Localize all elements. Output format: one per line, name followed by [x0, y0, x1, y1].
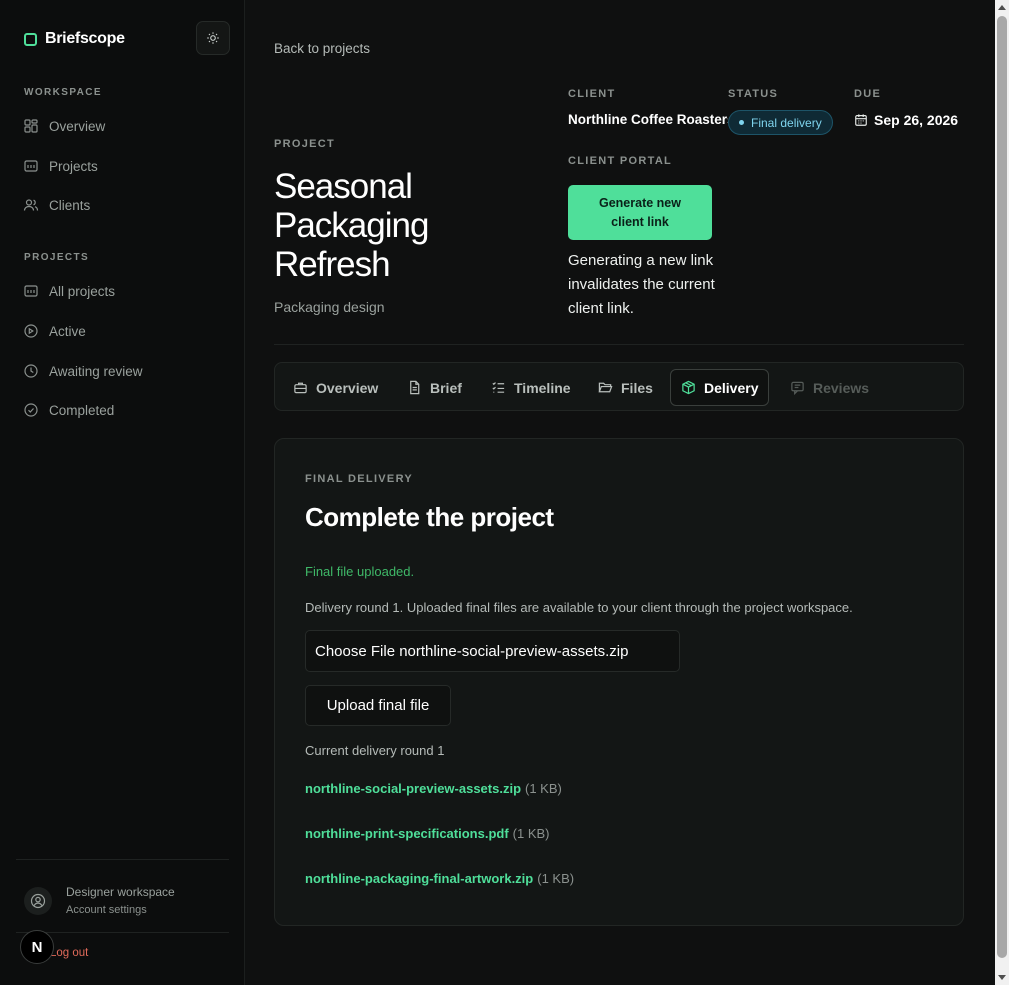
project-label: PROJECT: [274, 138, 336, 150]
due-value: Sep 26, 2026: [874, 112, 959, 128]
project-type: Packaging design: [274, 299, 385, 315]
document-icon: [410, 380, 420, 395]
status-badge: Final delivery: [728, 110, 833, 135]
status-label: STATUS: [728, 88, 779, 100]
package-icon: [682, 380, 695, 395]
message-icon: [791, 381, 804, 395]
sun-icon: [207, 32, 219, 44]
tab-delivery[interactable]: Delivery: [670, 369, 770, 406]
sidebar-item-label: Awaiting review: [49, 363, 143, 379]
status-value: Final delivery: [751, 115, 822, 130]
client-label: CLIENT: [568, 88, 616, 100]
tab-label: Timeline: [514, 379, 571, 396]
sidebar-item-active[interactable]: Active: [23, 320, 86, 342]
header-divider: [274, 344, 964, 345]
account-settings-link[interactable]: Designer workspace Account settings: [24, 885, 175, 916]
calendar-icon: [855, 114, 867, 126]
sidebar-item-completed[interactable]: Completed: [23, 399, 114, 421]
user-account-settings: Account settings: [66, 904, 147, 916]
dashboard-icon: [24, 119, 38, 133]
list-item: northline-social-preview-assets.zip (1 KB…: [305, 781, 562, 796]
sidebar-item-overview[interactable]: Overview: [23, 115, 105, 137]
sidebar-divider: [16, 932, 229, 933]
page-scrollbar[interactable]: [995, 0, 1009, 985]
generate-link-note: Generating a new link invalidates the cu…: [568, 252, 715, 317]
workspace-section-label: WORKSPACE: [24, 87, 102, 98]
brand-name: Briefscope: [45, 30, 125, 47]
sidebar-item-label: Completed: [49, 402, 115, 418]
upload-final-file-button[interactable]: Upload final file: [305, 685, 451, 726]
sidebar-item-label: Active: [49, 323, 86, 339]
delivery-round-note: Delivery round 1. Uploaded final files a…: [305, 600, 853, 615]
sidebar-item-label: Projects: [49, 158, 98, 174]
folder-icon: [24, 285, 38, 297]
final-delivery-card: FINAL DELIVERY Complete the project Fina…: [274, 438, 964, 926]
tab-label: Files: [621, 379, 653, 396]
tab-label: Delivery: [704, 379, 759, 396]
tab-brief[interactable]: Brief: [397, 369, 472, 406]
client-portal-label: CLIENT PORTAL: [568, 155, 673, 167]
page-title: Seasonal Packaging Refresh: [274, 167, 429, 284]
circle-icon: [24, 324, 38, 338]
scroll-up-arrow-icon[interactable]: [998, 5, 1006, 10]
list-check-icon: [492, 382, 505, 393]
user-avatar-icon: [30, 893, 46, 908]
theme-toggle-button[interactable]: [196, 21, 230, 55]
sidebar: Briefscope WORKSPACE Overview Projects C…: [0, 0, 245, 985]
file-download-link[interactable]: northline-social-preview-assets.zip: [305, 781, 521, 796]
file-size: (1 KB): [525, 781, 562, 796]
briefcase-icon: [294, 382, 307, 394]
upload-success-message: Final file uploaded.: [305, 564, 415, 579]
tab-files[interactable]: Files: [588, 369, 663, 406]
file-size: (1 KB): [537, 871, 575, 886]
sidebar-item-awaiting-review[interactable]: Awaiting review: [23, 360, 143, 382]
tab-overview[interactable]: Overview: [283, 369, 388, 406]
file-size: (1 KB): [512, 826, 550, 841]
brand-logo[interactable]: Briefscope: [24, 30, 125, 48]
user-workspace-title: Designer workspace: [66, 885, 175, 899]
scroll-down-arrow-icon[interactable]: [998, 975, 1006, 980]
brand-mark-icon: [24, 32, 37, 46]
sidebar-item-all-projects[interactable]: All projects: [23, 280, 115, 302]
final-delivery-label: FINAL DELIVERY: [305, 473, 414, 485]
sidebar-divider: [16, 859, 229, 860]
back-to-projects-link[interactable]: Back to projects: [274, 41, 370, 56]
client-name: Northline Coffee Roasters: [568, 112, 728, 127]
file-download-link[interactable]: northline-packaging-final-artwork.zip: [305, 871, 533, 886]
tab-label: Overview: [316, 379, 379, 396]
sidebar-item-clients[interactable]: Clients: [23, 194, 90, 216]
sidebar-item-projects[interactable]: Projects: [23, 155, 98, 177]
list-item: northline-packaging-final-artwork.zip (1 …: [305, 871, 574, 886]
file-chooser-input[interactable]: Choose File northline-social-preview-ass…: [305, 630, 680, 672]
delivery-title: Complete the project: [305, 502, 554, 532]
avatar: [24, 886, 52, 915]
due-date: Sep 26, 2026: [854, 112, 958, 128]
sidebar-item-label: Overview: [49, 118, 106, 134]
generate-client-link-button[interactable]: Generate new client link: [568, 185, 712, 240]
folder-icon: [24, 160, 38, 172]
projects-section-label: PROJECTS: [24, 252, 90, 263]
sidebar-item-label: All projects: [49, 283, 116, 299]
due-label: DUE: [854, 88, 882, 100]
tab-reviews[interactable]: Reviews: [780, 369, 879, 406]
folder-open-icon: [598, 382, 613, 393]
check-circle-icon: [24, 403, 38, 417]
file-download-link[interactable]: northline-print-specifications.pdf: [305, 826, 509, 841]
project-tabs: Overview Brief Timeline Files Delivery R…: [274, 362, 964, 411]
tab-label: Brief: [430, 379, 462, 396]
nextjs-dev-badge[interactable]: N: [20, 930, 54, 964]
status-dot-icon: [739, 120, 744, 125]
logout-button[interactable]: Log out: [50, 947, 88, 959]
sidebar-item-label: Clients: [49, 197, 91, 213]
tab-label: Reviews: [813, 379, 870, 396]
current-round-label: Current delivery round 1: [305, 743, 445, 758]
scroll-thumb[interactable]: [997, 16, 1007, 958]
clock-icon: [24, 364, 38, 378]
list-item: northline-print-specifications.pdf (1 KB): [305, 826, 550, 841]
tab-timeline[interactable]: Timeline: [481, 369, 581, 406]
users-icon: [23, 199, 39, 211]
